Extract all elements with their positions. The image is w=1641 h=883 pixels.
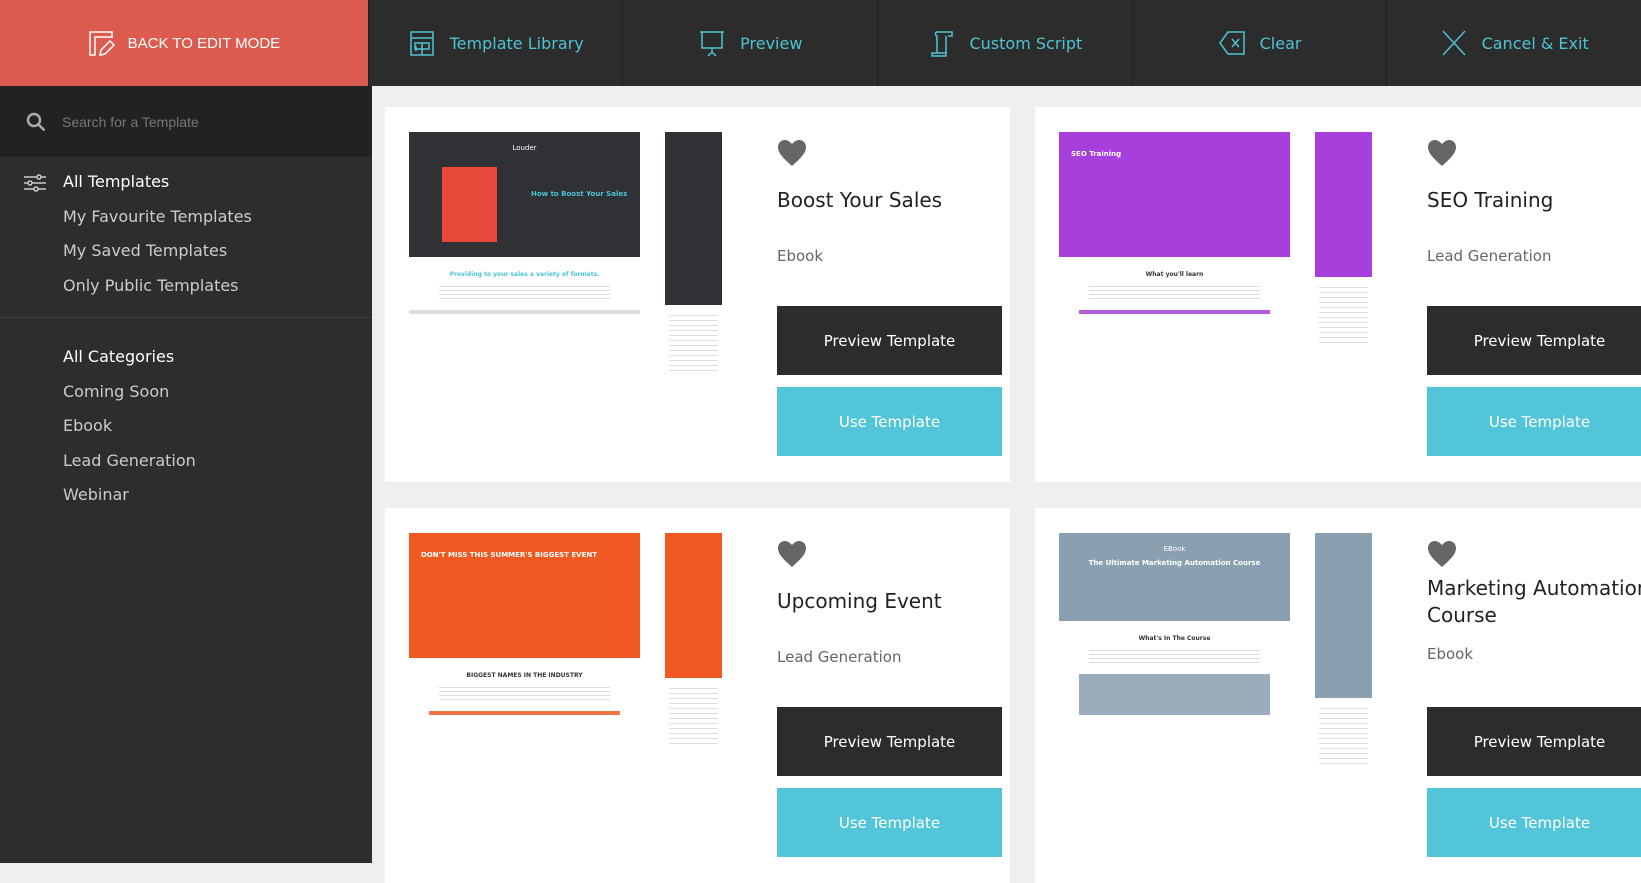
- search-bar: [0, 86, 372, 157]
- nav-label: Cancel & Exit: [1481, 33, 1589, 53]
- template-category: Ebook: [1427, 645, 1474, 663]
- template-category: Ebook: [777, 247, 824, 265]
- ruler-pencil-icon: [88, 31, 115, 56]
- category-ebook[interactable]: Ebook: [0, 409, 372, 444]
- nav-label: Template Library: [449, 33, 584, 53]
- nav-label: Preview: [740, 33, 803, 53]
- template-thumbnail-mobile[interactable]: [1315, 533, 1372, 799]
- category-all[interactable]: All Categories: [0, 340, 372, 375]
- search-icon: [26, 112, 46, 131]
- thumb-title: The Ultimate Marketing Automation Course: [1088, 559, 1261, 567]
- template-thumbnail-desktop[interactable]: DON'T MISS THIS SUMMER'S BIGGEST EVENT B…: [409, 533, 640, 715]
- category-lead-generation[interactable]: Lead Generation: [0, 444, 372, 479]
- back-to-edit-mode-button[interactable]: BACK TO EDIT MODE: [0, 0, 368, 86]
- favourite-heart-icon[interactable]: [1427, 139, 1457, 167]
- thumb-tagline: BIGGEST NAMES IN THE INDUSTRY: [466, 672, 583, 679]
- close-icon: [1442, 30, 1466, 56]
- back-label: BACK TO EDIT MODE: [127, 34, 281, 52]
- use-template-button[interactable]: Use Template: [1427, 387, 1641, 456]
- template-card: Louder How to Boost Your Sales Providing…: [385, 107, 1010, 482]
- backspace-icon: [1218, 31, 1245, 55]
- filter-list: All Templates My Favourite Templates My …: [0, 157, 372, 315]
- template-card: DON'T MISS THIS SUMMER'S BIGGEST EVENT B…: [385, 508, 1010, 883]
- template-thumbnail-desktop[interactable]: EBook The Ultimate Marketing Automation …: [1059, 533, 1290, 715]
- thumb-title: How to Boost Your Sales: [531, 190, 628, 198]
- thumb-title: SEO Training: [1071, 150, 1122, 158]
- template-thumbnail-mobile[interactable]: [1315, 132, 1372, 398]
- template-title: Boost Your Sales: [777, 188, 943, 212]
- sidebar: All Templates My Favourite Templates My …: [0, 86, 372, 863]
- thumb-tagline: What you'll learn: [1145, 271, 1204, 278]
- template-thumbnail-mobile[interactable]: [665, 132, 722, 398]
- nav-preview[interactable]: Preview: [622, 0, 877, 86]
- preview-template-button[interactable]: Preview Template: [777, 306, 1002, 375]
- favourite-heart-icon[interactable]: [777, 540, 807, 568]
- thumb-brand: EBook: [1163, 545, 1186, 553]
- thumb-title: DON'T MISS THIS SUMMER'S BIGGEST EVENT: [421, 551, 597, 559]
- favourite-heart-icon[interactable]: [1427, 540, 1457, 568]
- template-title: SEO Training: [1427, 188, 1554, 212]
- preview-template-button[interactable]: Preview Template: [1427, 306, 1641, 375]
- category-webinar[interactable]: Webinar: [0, 478, 372, 513]
- scroll-icon: [930, 31, 953, 57]
- template-card: SEO Training What you'll learn SEO Train…: [1035, 107, 1641, 482]
- nav-label: Clear: [1259, 33, 1302, 53]
- favourite-heart-icon[interactable]: [777, 139, 807, 167]
- filter-public[interactable]: Only Public Templates: [0, 269, 372, 304]
- use-template-button[interactable]: Use Template: [777, 788, 1002, 857]
- template-thumbnail-desktop[interactable]: SEO Training What you'll learn: [1059, 132, 1290, 314]
- nav-template-library[interactable]: Template Library: [367, 0, 623, 86]
- thumb-tagline: Providing to your sales a variety of for…: [449, 271, 600, 278]
- template-category: Lead Generation: [1427, 247, 1552, 265]
- use-template-button[interactable]: Use Template: [1427, 788, 1641, 857]
- template-category: Lead Generation: [777, 648, 902, 666]
- thumb-brand: Louder: [512, 144, 537, 152]
- template-thumbnail-mobile[interactable]: [665, 533, 722, 799]
- divider: [0, 317, 372, 318]
- filter-favourite[interactable]: My Favourite Templates: [0, 200, 372, 235]
- template-card: EBook The Ultimate Marketing Automation …: [1035, 508, 1641, 883]
- filter-all-templates[interactable]: All Templates: [0, 165, 372, 200]
- nav-label: Custom Script: [969, 33, 1083, 53]
- preview-template-button[interactable]: Preview Template: [777, 707, 1002, 776]
- search-input[interactable]: [62, 113, 342, 130]
- category-coming-soon[interactable]: Coming Soon: [0, 375, 372, 410]
- template-title: Marketing Automation Course: [1427, 576, 1641, 627]
- category-list: All Categories Coming Soon Ebook Lead Ge…: [0, 332, 372, 525]
- top-toolbar: BACK TO EDIT MODE Template Library Previ…: [0, 0, 1641, 86]
- template-title: Upcoming Event: [777, 589, 942, 613]
- nav-clear[interactable]: Clear: [1131, 0, 1387, 86]
- filter-label: All Templates: [63, 172, 170, 191]
- presentation-icon: [700, 31, 725, 57]
- nav-cancel-exit[interactable]: Cancel & Exit: [1386, 0, 1641, 86]
- filter-saved[interactable]: My Saved Templates: [0, 234, 372, 269]
- store-icon: [409, 31, 434, 56]
- thumb-tagline: What's In The Course: [1138, 635, 1211, 642]
- use-template-button[interactable]: Use Template: [777, 387, 1002, 456]
- preview-template-button[interactable]: Preview Template: [1427, 707, 1641, 776]
- nav-custom-script[interactable]: Custom Script: [877, 0, 1132, 86]
- template-thumbnail-desktop[interactable]: Louder How to Boost Your Sales Providing…: [409, 132, 640, 314]
- sliders-icon: [24, 174, 46, 192]
